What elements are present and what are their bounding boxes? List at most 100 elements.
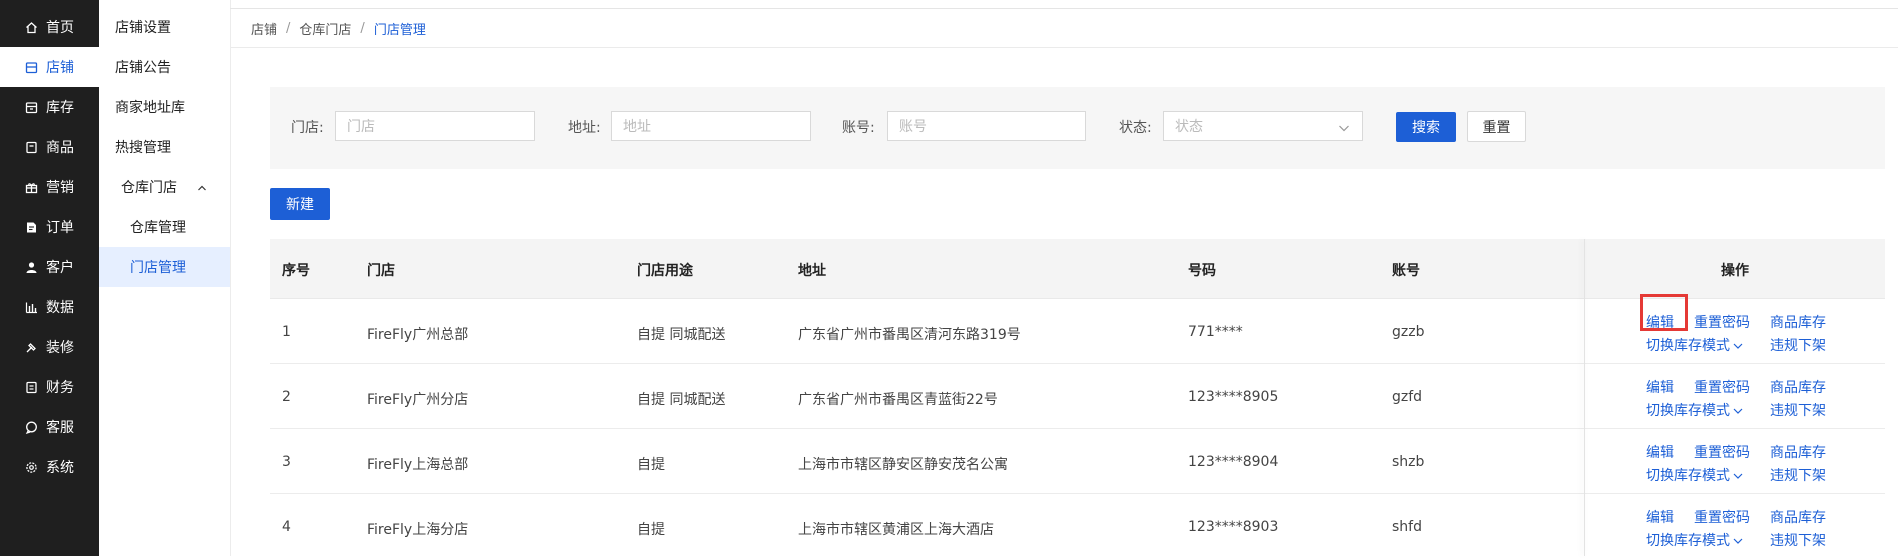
switch-stock-mode-label: 切换库存模式 [1646, 468, 1730, 484]
breadcrumb-separator: / [360, 20, 365, 36]
sub-nav-label: 门店管理 [130, 260, 186, 276]
user-icon [24, 260, 38, 274]
top-bar [230, 0, 1898, 9]
column-header-address: 地址 [798, 263, 826, 279]
highlight-box [1640, 294, 1688, 331]
sub-nav-store-manage[interactable]: 门店管理 [99, 247, 230, 287]
row-no: 3 [282, 454, 291, 470]
search-button[interactable]: 搜索 [1396, 112, 1456, 142]
column-header-no: 序号 [282, 263, 310, 279]
nav-item-marketing[interactable]: 营销 [0, 167, 99, 207]
sub-nav-label: 店铺设置 [115, 20, 171, 36]
inventory-icon [24, 100, 38, 114]
sub-nav-warehouse-group[interactable]: 仓库门店 [99, 167, 230, 207]
nav-item-customer[interactable]: 客户 [0, 247, 99, 287]
reset-button[interactable]: 重置 [1467, 111, 1526, 142]
status-select[interactable]: 状态 [1163, 111, 1363, 141]
reset-password-link[interactable]: 重置密码 [1694, 377, 1750, 397]
breadcrumb-item[interactable]: 仓库门店 [299, 19, 351, 38]
product-stock-link[interactable]: 商品库存 [1770, 377, 1826, 397]
switch-stock-mode-dropdown[interactable]: 切换库存模式 [1646, 335, 1743, 355]
chevron-down-icon [1733, 338, 1743, 354]
row-usage: 自提 同城配送 [637, 392, 726, 408]
table-row [270, 494, 1885, 559]
breadcrumb-separator: / [286, 20, 291, 36]
nav-label: 商品 [46, 140, 74, 156]
edit-link[interactable]: 编辑 [1646, 507, 1674, 527]
nav-label: 店铺 [46, 60, 74, 76]
sub-nav-label: 商家地址库 [115, 100, 185, 116]
filter-address-label: 地址: [568, 120, 601, 136]
row-phone: 123****8905 [1188, 389, 1279, 405]
nav-item-home[interactable]: 首页 [0, 7, 99, 47]
switch-stock-mode-dropdown[interactable]: 切换库存模式 [1646, 530, 1743, 550]
nav-label: 客户 [46, 260, 74, 276]
product-stock-link[interactable]: 商品库存 [1770, 442, 1826, 462]
chevron-down-icon [1338, 121, 1350, 137]
nav-label: 客服 [46, 420, 74, 436]
new-store-button[interactable]: 新建 [270, 188, 330, 220]
row-usage: 自提 [637, 522, 665, 538]
switch-stock-mode-dropdown[interactable]: 切换库存模式 [1646, 465, 1743, 485]
switch-stock-mode-label: 切换库存模式 [1646, 403, 1730, 419]
sub-nav-group-label: 仓库门店 [121, 180, 177, 196]
nav-item-inventory[interactable]: 库存 [0, 87, 99, 127]
chart-icon [24, 300, 38, 314]
breadcrumb: 店铺 / 仓库门店 / 门店管理 [231, 9, 1898, 48]
chevron-down-icon [1733, 468, 1743, 484]
product-stock-link[interactable]: 商品库存 [1770, 507, 1826, 527]
row-address: 上海市市辖区静安区静安茂名公寓 [798, 457, 1008, 473]
edit-link[interactable]: 编辑 [1646, 442, 1674, 462]
address-input[interactable]: 地址 [611, 111, 811, 141]
edit-link[interactable]: 编辑 [1646, 377, 1674, 397]
row-usage: 自提 同城配送 [637, 327, 726, 343]
row-store: FireFly上海总部 [367, 457, 469, 473]
sub-nav-label: 店铺公告 [115, 60, 171, 76]
breadcrumb-item[interactable]: 店铺 [251, 19, 277, 38]
row-phone: 123****8903 [1188, 519, 1279, 535]
sub-nav-shop-notice[interactable]: 店铺公告 [99, 47, 230, 87]
switch-stock-mode-dropdown[interactable]: 切换库存模式 [1646, 400, 1743, 420]
sub-nav-shop-settings[interactable]: 店铺设置 [99, 7, 230, 47]
delist-link[interactable]: 违规下架 [1770, 465, 1826, 485]
nav-item-finance[interactable]: 财务 [0, 367, 99, 407]
nav-item-order[interactable]: 订单 [0, 207, 99, 247]
reset-password-link[interactable]: 重置密码 [1694, 312, 1750, 332]
order-icon [24, 220, 38, 234]
nav-label: 首页 [46, 20, 74, 36]
table-header [270, 239, 1885, 299]
column-header-usage: 门店用途 [637, 263, 693, 279]
nav-label: 数据 [46, 300, 74, 316]
delist-link[interactable]: 违规下架 [1770, 400, 1826, 420]
nav-item-data[interactable]: 数据 [0, 287, 99, 327]
product-icon [24, 140, 38, 154]
chat-icon [24, 420, 38, 434]
account-input[interactable]: 账号 [887, 111, 1086, 141]
delist-link[interactable]: 违规下架 [1770, 530, 1826, 550]
nav-item-store[interactable]: 店铺 [0, 47, 99, 87]
reset-password-link[interactable]: 重置密码 [1694, 442, 1750, 462]
sub-nav-hot-search[interactable]: 热搜管理 [99, 127, 230, 167]
fixed-column-divider [1584, 239, 1585, 556]
delist-link[interactable]: 违规下架 [1770, 335, 1826, 355]
secondary-sidebar: 店铺设置 店铺公告 商家地址库 热搜管理 仓库门店 仓库管理 门店管理 [99, 0, 231, 556]
nav-label: 装修 [46, 340, 74, 356]
nav-item-service[interactable]: 客服 [0, 407, 99, 447]
row-address: 上海市市辖区黄浦区上海大酒店 [798, 522, 994, 538]
nav-label: 营销 [46, 180, 74, 196]
nav-item-decoration[interactable]: 装修 [0, 327, 99, 367]
store-input[interactable]: 门店 [335, 111, 535, 141]
sub-nav-warehouse-manage[interactable]: 仓库管理 [99, 207, 230, 247]
nav-item-system[interactable]: 系统 [0, 447, 99, 487]
nav-item-product[interactable]: 商品 [0, 127, 99, 167]
reset-password-link[interactable]: 重置密码 [1694, 507, 1750, 527]
sub-nav-address-book[interactable]: 商家地址库 [99, 87, 230, 127]
decor-icon [24, 340, 38, 354]
row-store: FireFly上海分店 [367, 522, 469, 538]
column-header-actions: 操作 [1721, 263, 1749, 279]
sub-nav-label: 热搜管理 [115, 140, 171, 156]
product-stock-link[interactable]: 商品库存 [1770, 312, 1826, 332]
store-icon [24, 60, 38, 74]
home-icon [24, 20, 38, 34]
row-address: 广东省广州市番禺区清河东路319号 [798, 327, 1021, 343]
